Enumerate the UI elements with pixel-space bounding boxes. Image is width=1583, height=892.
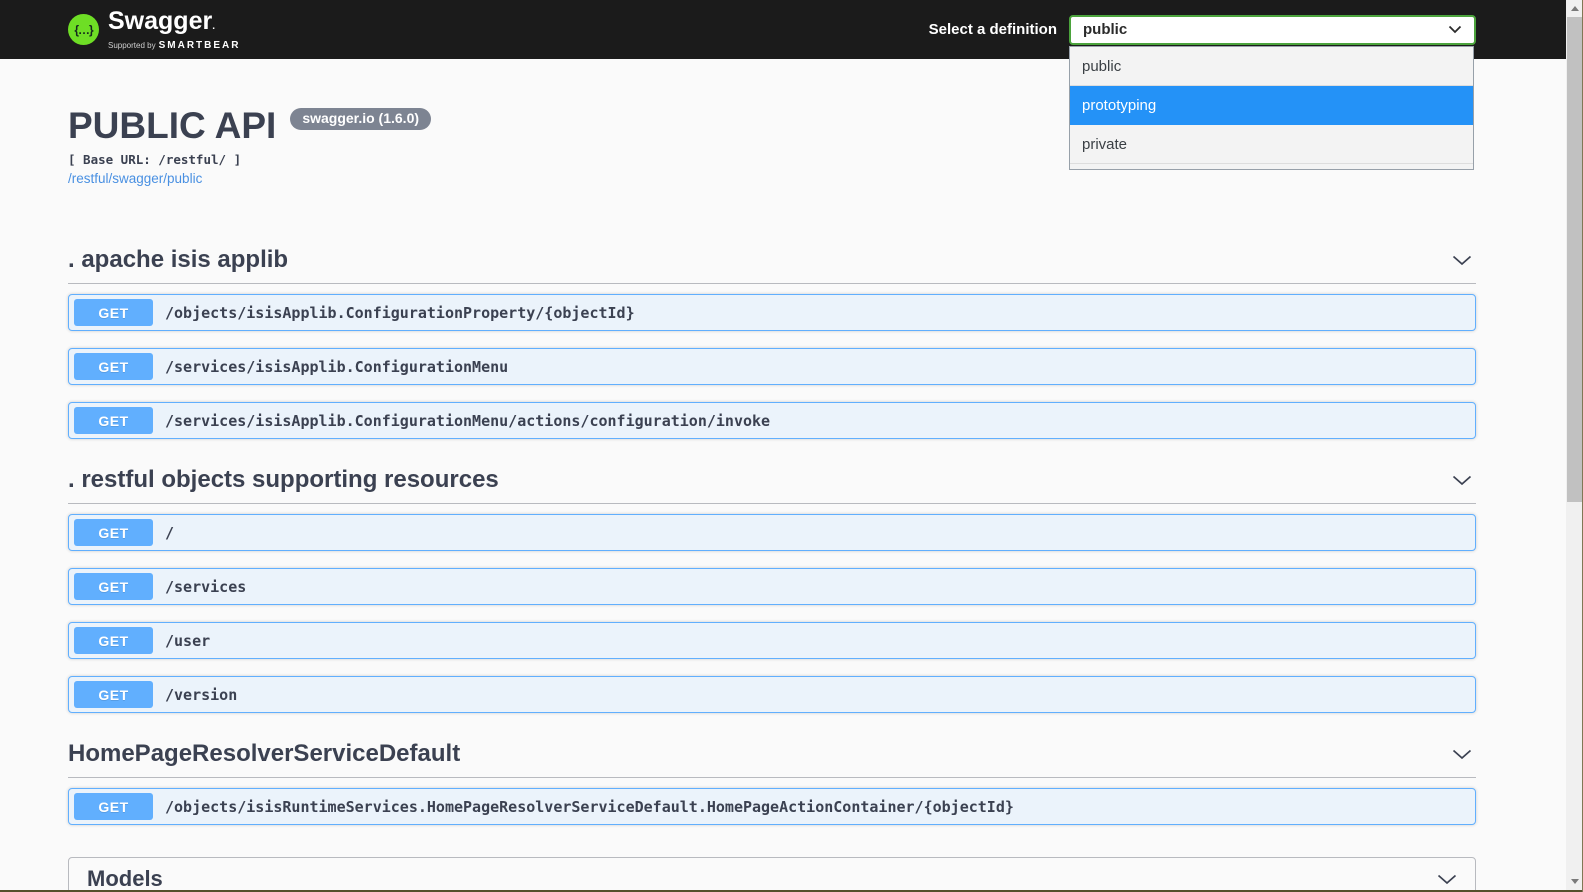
tagline-prefix: Supported by — [108, 40, 156, 50]
scrollbar-thumb[interactable] — [1567, 17, 1582, 502]
logo-tagline: Supported by SMARTBEAR — [108, 40, 240, 51]
tag-section-header[interactable]: . restful objects supporting resources — [68, 456, 1476, 504]
operation-path: /user — [165, 631, 211, 650]
swagger-logo-icon: {…} — [68, 14, 99, 45]
main-content: PUBLIC API swagger.io (1.6.0) [ Base URL… — [68, 59, 1476, 892]
operation-row[interactable]: GET/objects/isisRuntimeServices.HomePage… — [68, 788, 1476, 825]
method-badge: GET — [74, 353, 153, 380]
page-title: PUBLIC API — [68, 105, 277, 146]
models-title: Models — [87, 866, 163, 891]
tag-section-title: . apache isis applib — [68, 246, 289, 273]
scrollbar-up-button[interactable] — [1566, 0, 1583, 17]
tag-sections: . apache isis applib GET/objects/isisAppl… — [68, 236, 1476, 825]
operation-path: /services/isisApplib.ConfigurationMenu — [165, 357, 509, 376]
operation-row[interactable]: GET/services/isisApplib.ConfigurationMen… — [68, 402, 1476, 439]
definition-select-value: public — [1083, 21, 1128, 38]
operation-path: / — [165, 523, 175, 542]
triangle-down-icon — [1570, 879, 1579, 884]
dropdown-option-private[interactable]: private — [1070, 125, 1473, 164]
models-section: Models — [68, 857, 1476, 892]
models-header[interactable]: Models — [69, 858, 1475, 892]
tag-section-title: HomePageResolverServiceDefault — [68, 740, 461, 767]
chevron-down-icon — [1448, 25, 1462, 34]
logo-name: Swagger — [108, 6, 213, 35]
tagline-brand: SMARTBEAR — [158, 39, 241, 51]
version-badge: swagger.io (1.6.0) — [290, 108, 432, 130]
tag-section: . restful objects supporting resources GE… — [68, 456, 1476, 713]
chevron-down-icon — [1452, 475, 1472, 486]
operation-row[interactable]: GET / — [68, 514, 1476, 551]
method-badge: GET — [74, 299, 153, 326]
dropdown-option-prototyping[interactable]: prototyping — [1070, 86, 1473, 125]
method-badge: GET — [74, 519, 153, 546]
vertical-scrollbar[interactable] — [1566, 0, 1583, 892]
spec-link[interactable]: /restful/swagger/public — [68, 171, 202, 186]
operation-row[interactable]: GET/version — [68, 676, 1476, 713]
operation-row[interactable]: GET/objects/isisApplib.ConfigurationProp… — [68, 294, 1476, 331]
operations-list: GET / GET/services GET/user GET/version — [68, 514, 1476, 713]
method-badge: GET — [74, 793, 153, 820]
tag-section-header[interactable]: . apache isis applib — [68, 236, 1476, 284]
tag-section-title: . restful objects supporting resources — [68, 466, 499, 493]
triangle-up-icon — [1570, 6, 1579, 11]
logo-wordmark: Swagger. — [108, 6, 240, 39]
definition-select-area: Select a definition public — [928, 14, 1476, 45]
definition-select[interactable]: public — [1069, 14, 1476, 45]
topbar-inner: {…} Swagger. Supported by SMARTBEAR Selec… — [68, 6, 1476, 51]
operation-path: /objects/isisRuntimeServices.HomePageRes… — [165, 797, 1014, 816]
method-badge: GET — [74, 681, 153, 708]
operation-path: /objects/isisApplib.ConfigurationPropert… — [165, 303, 635, 322]
method-badge: GET — [74, 407, 153, 434]
scrollbar-down-button[interactable] — [1566, 873, 1583, 890]
method-badge: GET — [74, 573, 153, 600]
method-badge: GET — [74, 627, 153, 654]
tag-section-header[interactable]: HomePageResolverServiceDefault — [68, 730, 1476, 778]
tag-section: HomePageResolverServiceDefault GET/object… — [68, 730, 1476, 825]
logo-trademark: . — [212, 20, 215, 32]
chevron-down-icon — [1452, 255, 1472, 266]
operation-path: /services/isisApplib.ConfigurationMenu/a… — [165, 411, 771, 430]
definition-dropdown-menu: public prototyping private — [1069, 46, 1474, 170]
operation-row[interactable]: GET/user — [68, 622, 1476, 659]
chevron-down-icon — [1452, 749, 1472, 760]
dropdown-option-public[interactable]: public — [1070, 47, 1473, 86]
chevron-down-icon — [1437, 874, 1457, 885]
swagger-logo: {…} Swagger. Supported by SMARTBEAR — [68, 6, 240, 51]
logo-text-column: Swagger. Supported by SMARTBEAR — [108, 6, 240, 51]
operations-list: GET/objects/isisRuntimeServices.HomePage… — [68, 788, 1476, 825]
operation-row[interactable]: GET/services/isisApplib.ConfigurationMen… — [68, 348, 1476, 385]
operation-path: /services — [165, 577, 247, 596]
operation-path: /version — [165, 685, 238, 704]
definition-select-label: Select a definition — [928, 21, 1057, 38]
tag-section: . apache isis applib GET/objects/isisAppl… — [68, 236, 1476, 439]
operations-list: GET/objects/isisApplib.ConfigurationProp… — [68, 294, 1476, 439]
operation-row[interactable]: GET/services — [68, 568, 1476, 605]
